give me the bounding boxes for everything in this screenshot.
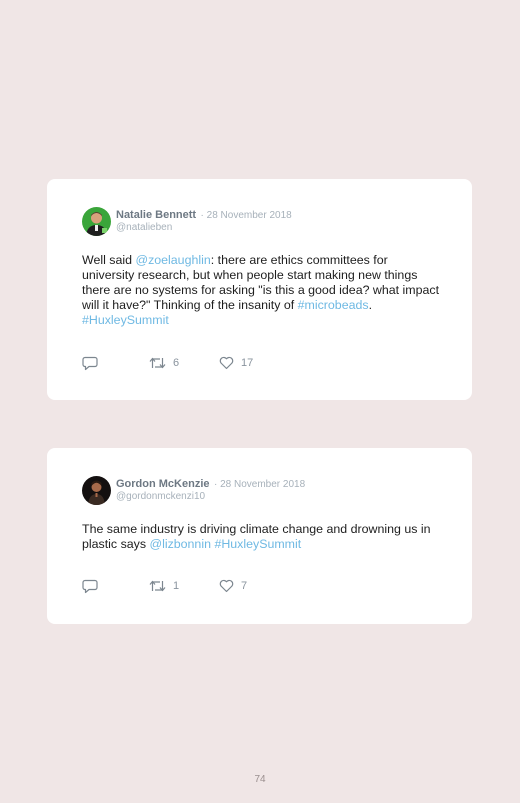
avatar[interactable] bbox=[82, 207, 111, 236]
like-button[interactable]: 17 bbox=[219, 356, 253, 370]
hashtag-link[interactable]: #HuxleySummit bbox=[214, 537, 301, 551]
tweet-card: Natalie Bennett · 28 November 2018 @nata… bbox=[47, 179, 472, 400]
reply-icon bbox=[82, 356, 98, 371]
avatar[interactable] bbox=[82, 476, 111, 505]
reply-icon bbox=[82, 579, 98, 594]
tweet-text-part: Well said bbox=[82, 253, 136, 267]
reply-button[interactable] bbox=[82, 579, 98, 594]
heart-icon bbox=[219, 579, 234, 593]
heart-icon bbox=[219, 356, 234, 370]
retweet-button[interactable]: 6 bbox=[149, 356, 179, 370]
page-number: 74 bbox=[254, 774, 266, 785]
tweet-header: Gordon McKenzie · 28 November 2018 @gord… bbox=[116, 477, 305, 503]
tweet-text: The same industry is driving climate cha… bbox=[82, 522, 442, 552]
tweet-text-part: . bbox=[368, 298, 373, 312]
retweet-icon bbox=[149, 356, 166, 370]
retweet-button[interactable]: 1 bbox=[149, 579, 179, 593]
author-name[interactable]: Natalie Bennett bbox=[116, 209, 196, 221]
author-handle[interactable]: @gordonmckenzi10 bbox=[116, 491, 305, 503]
author-handle[interactable]: @natalieben bbox=[116, 222, 292, 234]
tweet-text: Well said @zoelaughlin: there are ethics… bbox=[82, 253, 442, 328]
hashtag-link[interactable]: #HuxleySummit bbox=[82, 313, 169, 327]
retweet-count: 1 bbox=[173, 580, 180, 592]
author-name[interactable]: Gordon McKenzie bbox=[116, 478, 210, 490]
tweet-date[interactable]: · 28 November 2018 bbox=[201, 210, 292, 221]
retweet-icon bbox=[149, 579, 166, 593]
like-count: 17 bbox=[241, 357, 254, 369]
tweet-date[interactable]: · 28 November 2018 bbox=[214, 479, 305, 490]
retweet-count: 6 bbox=[173, 357, 180, 369]
like-count: 7 bbox=[241, 580, 248, 592]
like-button[interactable]: 7 bbox=[219, 579, 247, 593]
hashtag-link[interactable]: #microbeads bbox=[298, 298, 369, 312]
mention-link[interactable]: @zoelaughlin bbox=[135, 253, 210, 267]
tweet-header: Natalie Bennett · 28 November 2018 @nata… bbox=[116, 208, 292, 234]
mention-link[interactable]: @lizbonnin bbox=[149, 537, 211, 551]
reply-button[interactable] bbox=[82, 356, 98, 371]
tweet-card: Gordon McKenzie · 28 November 2018 @gord… bbox=[47, 448, 472, 624]
